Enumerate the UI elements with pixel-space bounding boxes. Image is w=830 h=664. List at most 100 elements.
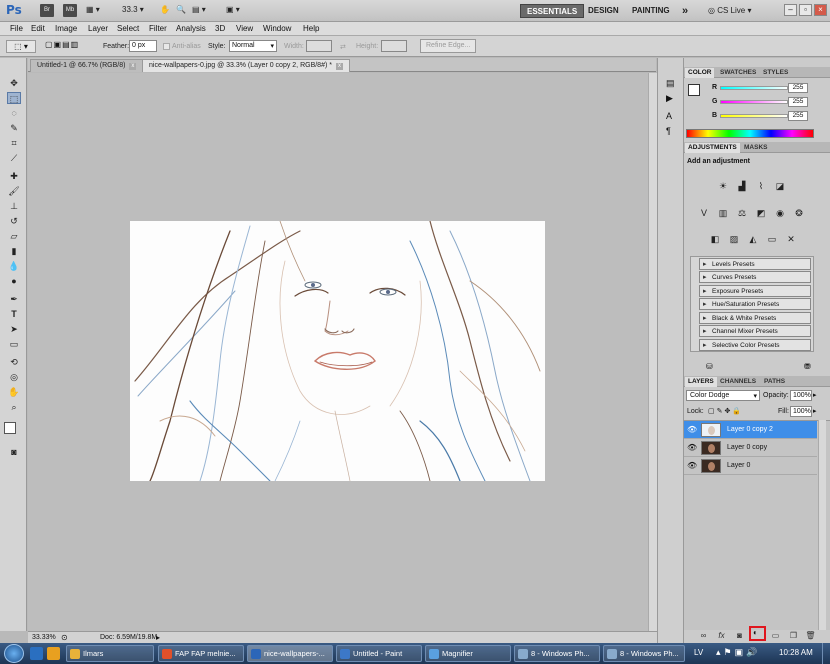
adjustment-options-icon[interactable]: ⛁ <box>706 362 713 371</box>
blend-mode-select[interactable]: Color Dodge ▾ <box>686 390 760 401</box>
3d-orbit-tool-icon[interactable]: ◎ <box>7 371 21 383</box>
fill-slider-arrow-icon[interactable]: ▸ <box>813 407 817 415</box>
photo-filter-icon[interactable]: ◉ <box>773 207 787 219</box>
menu-filter[interactable]: Filter <box>149 24 167 33</box>
paragraph-panel-icon[interactable]: ¶ <box>666 126 671 136</box>
arrange-documents-dropdown[interactable]: ▤ ▾ <box>192 5 206 17</box>
clone-stamp-tool-icon[interactable]: ⊥ <box>7 200 21 212</box>
gradient-map-icon[interactable]: ▭ <box>765 233 779 245</box>
maximize-button[interactable]: ▫ <box>799 4 812 16</box>
add-style-icon[interactable]: fx <box>716 631 727 640</box>
new-adjustment-layer-button[interactable]: ◐ <box>749 626 766 641</box>
preset-exposure[interactable]: Exposure Presets <box>699 285 811 297</box>
tab-styles[interactable]: STYLES <box>760 68 791 78</box>
threshold-icon[interactable]: ◭ <box>746 233 760 245</box>
mini-bridge-icon[interactable]: Mb <box>63 4 77 17</box>
tab-adjustments[interactable]: ADJUSTMENTS <box>685 143 740 153</box>
dodge-tool-icon[interactable]: ● <box>7 275 21 287</box>
red-value[interactable]: 255 <box>788 83 808 93</box>
brightness-contrast-icon[interactable]: ☀ <box>716 180 730 192</box>
pen-tool-icon[interactable]: ✒ <box>7 293 21 305</box>
tab-masks[interactable]: MASKS <box>741 143 770 153</box>
levels-icon[interactable]: ▟ <box>735 180 749 192</box>
layer-name[interactable]: Layer 0 copy <box>727 444 767 451</box>
gradient-tool-icon[interactable]: ▮ <box>7 245 21 257</box>
swap-icon[interactable]: ⇄ <box>340 43 346 51</box>
move-tool-icon[interactable]: ✥ <box>7 77 21 89</box>
hand-tool-icon[interactable]: ✋ <box>160 5 170 17</box>
layer-row[interactable]: 👁 Layer 0 copy 2 <box>684 421 817 439</box>
refine-edge-button[interactable]: Refine Edge... <box>420 39 477 53</box>
menu-help[interactable]: Help <box>303 24 319 33</box>
tool-preset-picker[interactable]: ⬚ ▾ <box>6 40 36 53</box>
layer-row[interactable]: 👁 Layer 0 <box>684 457 817 475</box>
taskbar-item-magnifier[interactable]: Magnifier <box>425 645 511 662</box>
quick-mask-icon[interactable]: ◙ <box>7 446 21 458</box>
menu-select[interactable]: Select <box>117 24 139 33</box>
quicklaunch-ie-icon[interactable] <box>30 647 43 660</box>
layers-scrollbar[interactable] <box>818 420 826 630</box>
taskbar-item-browser[interactable]: FAP FAP melnie... <box>158 645 244 662</box>
lock-options-icons[interactable]: ▢✎✥🔒 <box>708 407 743 415</box>
more-workspaces-button[interactable]: » <box>676 4 694 18</box>
tab-swatches[interactable]: SWATCHES <box>717 68 759 78</box>
curves-icon[interactable]: ⌇ <box>754 180 768 192</box>
menu-analysis[interactable]: Analysis <box>176 24 206 33</box>
blur-tool-icon[interactable]: 💧 <box>7 260 21 272</box>
tab-nice-wallpapers[interactable]: nice-wallpapers-0.jpg @ 33.3% (Layer 0 c… <box>142 59 350 72</box>
document-image[interactable] <box>130 221 545 481</box>
show-desktop-button[interactable] <box>822 643 830 664</box>
adjustment-layers-icon[interactable]: ⛃ <box>804 362 811 371</box>
tab-layers[interactable]: LAYERS <box>685 377 717 387</box>
add-mask-icon[interactable]: ◙ <box>734 631 745 640</box>
workspace-essentials[interactable]: ESSENTIALS <box>520 4 585 18</box>
preset-levels[interactable]: Levels Presets <box>699 258 811 270</box>
taskbar-item-ilmars[interactable]: Ilmars <box>66 645 154 662</box>
color-balance-icon[interactable]: ⚖ <box>735 207 749 219</box>
tab-untitled-1[interactable]: Untitled-1 @ 66.7% (RGB/8) x <box>30 59 144 72</box>
quick-selection-tool-icon[interactable]: ✎ <box>7 122 21 134</box>
new-layer-icon[interactable]: ❐ <box>788 631 799 640</box>
exposure-icon[interactable]: ◪ <box>773 180 787 192</box>
opacity-input[interactable]: 100% <box>790 390 812 401</box>
preset-selective-color[interactable]: Selective Color Presets <box>699 339 811 351</box>
hue-saturation-icon[interactable]: ▥ <box>716 207 730 219</box>
preset-black-white[interactable]: Black & White Presets <box>699 312 811 324</box>
preset-channel-mixer[interactable]: Channel Mixer Presets <box>699 325 811 337</box>
style-select[interactable]: Normal ▾ <box>229 40 277 52</box>
layer-name[interactable]: Layer 0 copy 2 <box>727 426 773 433</box>
invert-icon[interactable]: ◧ <box>708 233 722 245</box>
path-selection-tool-icon[interactable]: ➤ <box>7 323 21 335</box>
close-button[interactable]: × <box>814 4 827 16</box>
fill-input[interactable]: 100% <box>790 406 812 417</box>
preset-curves[interactable]: Curves Presets <box>699 271 811 283</box>
workspace-design[interactable]: DESIGN <box>582 4 625 18</box>
visibility-eye-icon[interactable]: 👁 <box>687 425 697 435</box>
workspace-painting[interactable]: PAINTING <box>626 4 676 18</box>
taskbar-item-photo-viewer-2[interactable]: 8 - Windows Ph... <box>603 645 685 662</box>
selection-mode-buttons[interactable]: ▢▣▤▥ <box>45 40 95 53</box>
vertical-scrollbar[interactable] <box>648 73 657 631</box>
history-brush-tool-icon[interactable]: ↺ <box>7 215 21 227</box>
zoom-level-dropdown[interactable]: 33.3 ▾ <box>122 5 144 17</box>
history-panel-icon[interactable]: ▤ <box>666 78 675 89</box>
new-group-icon[interactable]: ▭ <box>770 631 781 640</box>
color-foreground-swatch[interactable] <box>688 84 700 96</box>
vibrance-icon[interactable]: V <box>697 207 711 219</box>
red-slider[interactable] <box>720 86 788 90</box>
actions-panel-icon[interactable]: ▶ <box>666 93 673 104</box>
close-tab-icon[interactable]: x <box>335 63 343 70</box>
character-panel-icon[interactable]: A <box>666 111 672 121</box>
blue-slider[interactable] <box>720 114 788 118</box>
menu-window[interactable]: Window <box>263 24 291 33</box>
brush-tool-icon[interactable]: 🖌 <box>7 185 21 197</box>
color-spectrum-ramp[interactable] <box>686 129 814 138</box>
hand-tool-icon[interactable]: ✋ <box>7 386 21 398</box>
system-tray-icons[interactable]: ▴⚑▣🔊 <box>716 647 760 658</box>
foreground-color-swatch[interactable] <box>4 422 16 434</box>
crop-tool-icon[interactable]: ⌗ <box>7 137 21 149</box>
visibility-eye-icon[interactable]: 👁 <box>687 443 697 453</box>
close-tab-icon[interactable]: x <box>129 63 137 70</box>
menu-file[interactable]: File <box>10 24 23 33</box>
language-indicator[interactable]: LV <box>694 648 703 657</box>
